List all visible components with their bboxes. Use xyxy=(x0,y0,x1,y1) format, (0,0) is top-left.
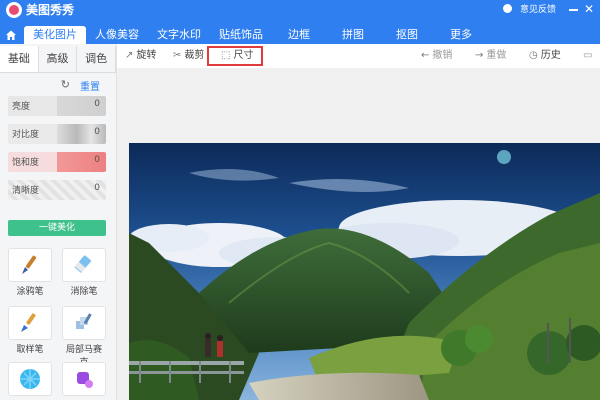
minimize-icon[interactable] xyxy=(569,9,578,11)
clarity-label: 清晰度 xyxy=(12,186,40,196)
one-click-beautify-button[interactable]: 一键美化 xyxy=(8,220,106,236)
undo-label: 撤销 xyxy=(432,50,453,61)
purple-tool[interactable] xyxy=(62,362,106,408)
tab-portrait[interactable]: 人像美容 xyxy=(86,26,148,44)
editor-toolbar: ↗ 旋转 ✂ 裁剪 ⬚ 尺寸 ← 撤销 → 重做 ◷ 历史 ▭ xyxy=(117,44,600,68)
sample-brush-label: 取样笔 xyxy=(16,345,44,355)
eraser-brush-tool[interactable]: 消除笔 xyxy=(62,248,106,297)
saturation-label: 饱和度 xyxy=(12,158,40,168)
reset-icon[interactable]: ↻ xyxy=(61,78,70,91)
landscape-photo[interactable] xyxy=(129,143,600,400)
brush-icon xyxy=(8,248,52,282)
redo-icon: → xyxy=(475,50,484,61)
history-button[interactable]: ◷ 历史 xyxy=(529,49,561,63)
size-button[interactable]: ⬚ 尺寸 xyxy=(221,49,253,63)
tab-beautify[interactable]: 美化图片 xyxy=(24,26,86,44)
mosaic-brush-icon xyxy=(62,306,106,340)
purple-tool-icon xyxy=(62,362,106,396)
tab-frames[interactable]: 边框 xyxy=(272,26,326,44)
subtab-color[interactable]: 调色 xyxy=(77,46,117,72)
feedback-icon[interactable] xyxy=(503,4,512,13)
tab-stickers[interactable]: 贴纸饰品 xyxy=(210,26,272,44)
tab-collage[interactable]: 拼图 xyxy=(326,26,380,44)
doodle-brush-label: 涂鸦笔 xyxy=(16,287,44,297)
resize-icon: ⬚ xyxy=(221,50,231,61)
tab-cutout[interactable]: 抠图 xyxy=(380,26,434,44)
eraser-brush-label: 消除笔 xyxy=(70,287,98,297)
history-label: 历史 xyxy=(540,50,561,61)
image-icon[interactable]: ▭ xyxy=(583,49,592,63)
saturation-value: 0 xyxy=(94,155,100,165)
reset-button[interactable]: 重置 xyxy=(80,78,100,93)
size-label: 尺寸 xyxy=(233,50,254,61)
clarity-slider[interactable]: 清晰度 0 xyxy=(8,180,106,200)
undo-button[interactable]: ← 撤销 xyxy=(421,49,452,63)
rotate-button[interactable]: ↗ 旋转 xyxy=(125,49,156,63)
editor-canvas[interactable] xyxy=(117,68,600,400)
local-mosaic-tool[interactable]: 局部马赛克 xyxy=(62,306,106,368)
crop-button[interactable]: ✂ 裁剪 xyxy=(173,49,204,63)
home-icon[interactable] xyxy=(0,26,22,44)
redo-button[interactable]: → 重做 xyxy=(475,49,506,63)
main-tabs: 美化图片 人像美容 文字水印 贴纸饰品 边框 拼图 抠图 更多 xyxy=(24,26,488,44)
crop-label: 裁剪 xyxy=(184,50,205,61)
brightness-value: 0 xyxy=(94,99,100,109)
brightness-label: 亮度 xyxy=(12,102,31,112)
sample-brush-tool[interactable]: 取样笔 xyxy=(8,306,52,355)
contrast-label: 对比度 xyxy=(12,130,40,140)
history-icon: ◷ xyxy=(529,50,538,61)
subtab-basic[interactable]: 基础 xyxy=(0,46,39,72)
crop-icon: ✂ xyxy=(173,50,182,61)
app-logo-icon xyxy=(6,2,22,18)
saturation-slider[interactable]: 饱和度 0 xyxy=(8,152,106,172)
doodle-brush-tool[interactable]: 涂鸦笔 xyxy=(8,248,52,297)
feedback-link[interactable]: 意见反馈 xyxy=(520,3,556,17)
mosaic-ball-icon xyxy=(8,362,52,396)
subtab-advanced[interactable]: 高级 xyxy=(39,46,78,72)
clarity-value: 0 xyxy=(94,183,100,193)
redo-label: 重做 xyxy=(486,50,507,61)
app-name: 美图秀秀 xyxy=(26,3,75,17)
contrast-slider[interactable]: 对比度 0 xyxy=(8,124,106,144)
mosaic-ball-tool[interactable] xyxy=(8,362,52,408)
adjust-subtabs: 基础 高级 调色 xyxy=(0,46,117,73)
eraser-icon xyxy=(62,248,106,282)
contrast-value: 0 xyxy=(94,127,100,137)
undo-icon: ← xyxy=(421,50,430,61)
brightness-slider[interactable]: 亮度 0 xyxy=(8,96,106,116)
close-icon[interactable]: ✕ xyxy=(584,2,594,16)
rotate-label: 旋转 xyxy=(136,50,157,61)
title-bar: 美图秀秀 意见反馈 ✕ 美化图片 人像美容 文字水印 贴纸饰品 边框 拼图 抠图… xyxy=(0,0,600,44)
tab-text-watermark[interactable]: 文字水印 xyxy=(148,26,210,44)
tab-more[interactable]: 更多 xyxy=(434,26,488,44)
rotate-icon: ↗ xyxy=(125,50,134,61)
sample-brush-icon xyxy=(8,306,52,340)
